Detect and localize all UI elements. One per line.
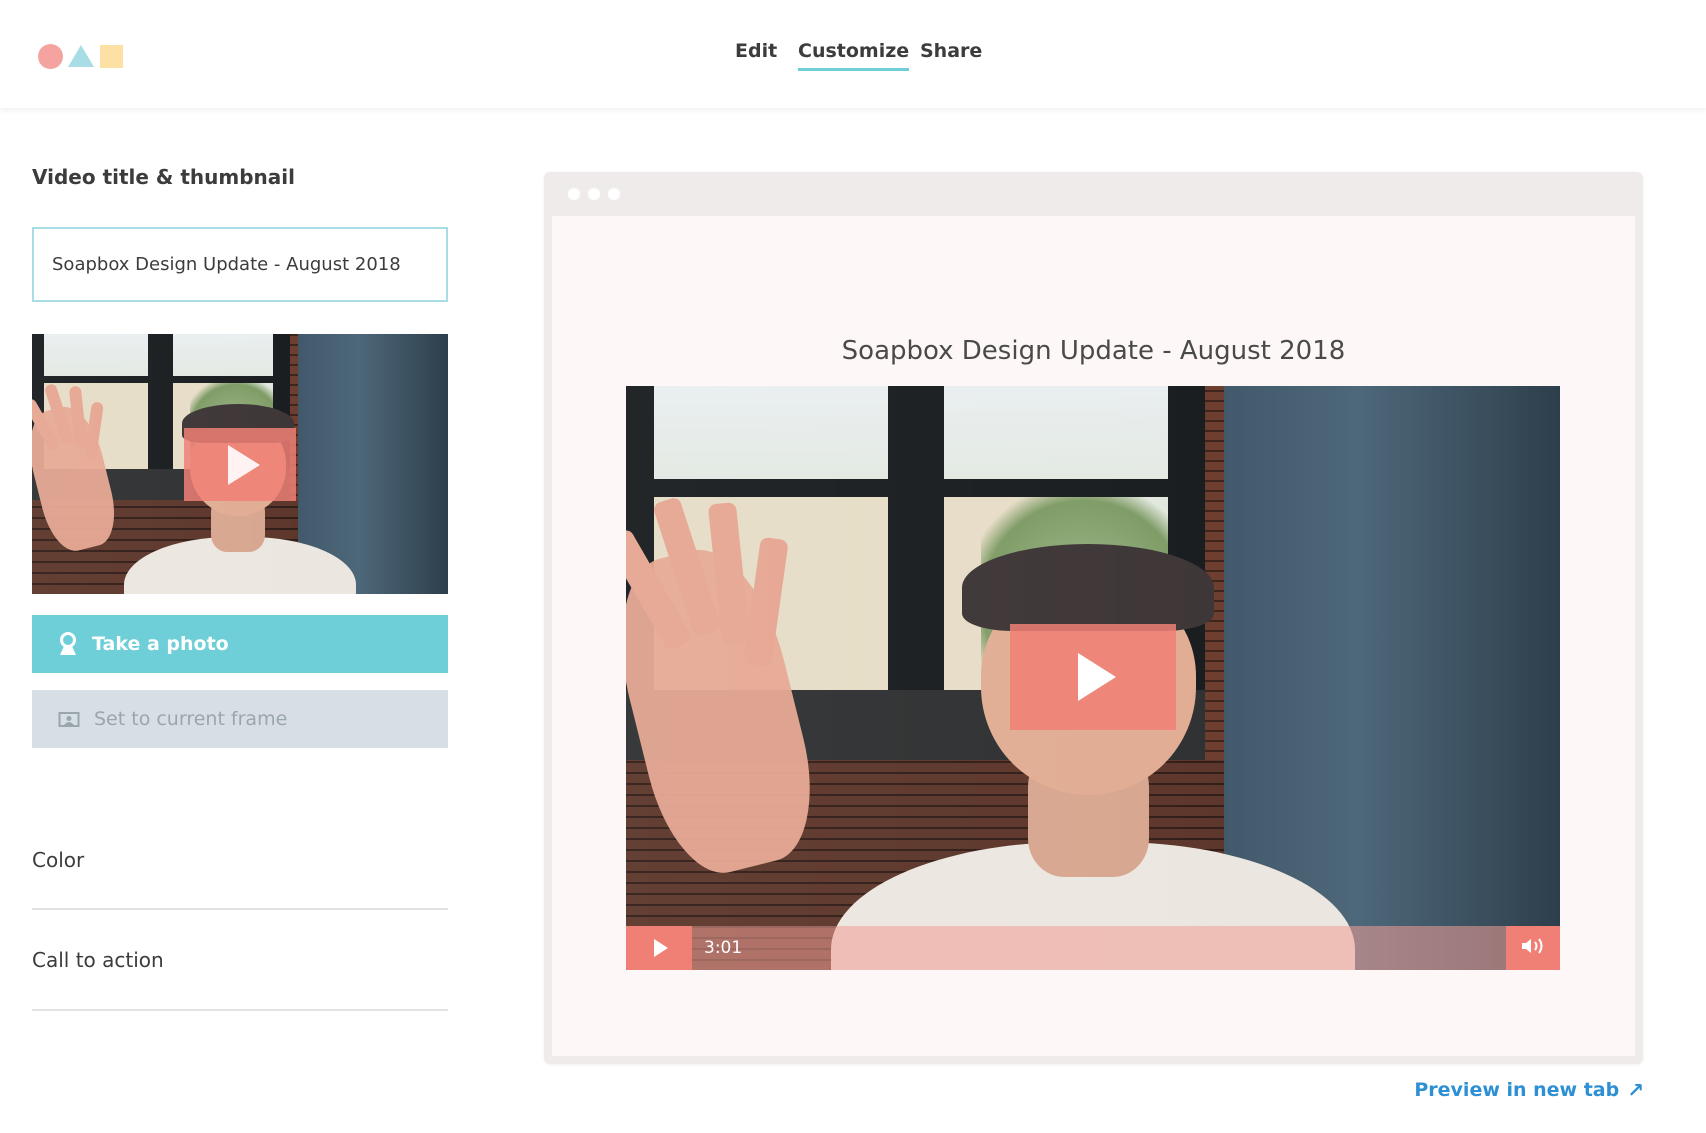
divider (32, 1009, 448, 1011)
external-arrow-icon: ↗ (1627, 1078, 1644, 1102)
play-icon (653, 939, 668, 957)
control-play-button[interactable] (626, 926, 692, 970)
take-photo-label: Take a photo (92, 633, 229, 655)
thumbnail-preview[interactable] (32, 334, 448, 594)
play-icon (1078, 653, 1116, 701)
user-pin-icon (58, 632, 78, 656)
video-duration: 3:01 (704, 938, 743, 958)
volume-icon (1520, 936, 1546, 960)
player-controls: 3:01 (626, 926, 1560, 970)
section-title: Video title & thumbnail (32, 165, 295, 189)
video-player[interactable]: 3:01 (626, 386, 1560, 970)
window-dot (568, 188, 580, 200)
take-photo-button[interactable]: Take a photo (32, 615, 448, 673)
preview-page: Soapbox Design Update - August 2018 3:01 (552, 216, 1635, 1056)
top-header: Edit Customize Share (0, 0, 1706, 108)
tab-customize[interactable]: Customize (798, 40, 910, 71)
window-dot (588, 188, 600, 200)
accordion-color[interactable]: Color (32, 848, 84, 872)
image-frame-icon (58, 710, 80, 728)
tab-share[interactable]: Share (920, 40, 982, 68)
divider (32, 908, 448, 910)
play-icon (228, 444, 260, 485)
thumbnail-play-button[interactable] (184, 428, 296, 501)
video-play-button[interactable] (1010, 624, 1176, 730)
volume-button[interactable] (1506, 926, 1560, 970)
preview-in-new-tab-link[interactable]: Preview in new tab ↗ (1414, 1078, 1644, 1102)
set-current-frame-button[interactable]: Set to current frame (32, 690, 448, 748)
main-nav: Edit Customize Share (0, 40, 1706, 80)
tab-edit[interactable]: Edit (735, 40, 777, 68)
accordion-call-to-action[interactable]: Call to action (32, 948, 164, 972)
preview-video-title: Soapbox Design Update - August 2018 (841, 336, 1346, 366)
set-current-frame-label: Set to current frame (94, 708, 288, 730)
preview-link-label: Preview in new tab (1414, 1079, 1620, 1101)
video-title-input[interactable] (32, 227, 448, 302)
browser-preview-frame: Soapbox Design Update - August 2018 3:01 (544, 172, 1643, 1064)
window-dot (608, 188, 620, 200)
